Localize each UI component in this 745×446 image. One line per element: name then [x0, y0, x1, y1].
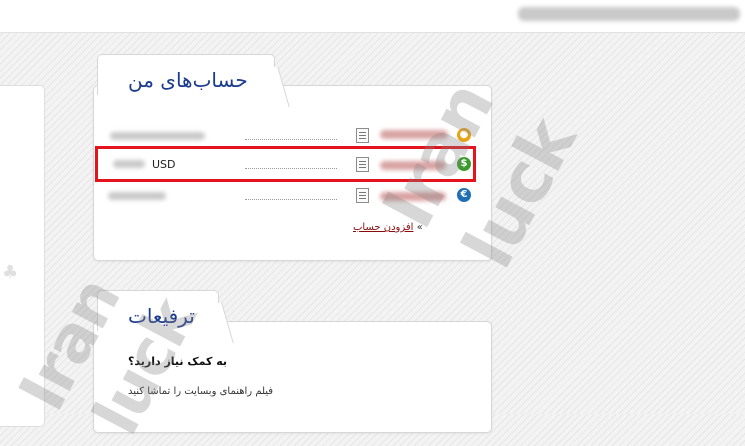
- my-accounts-title: حساب‌های من: [128, 68, 248, 92]
- user-info-blurred: [518, 7, 740, 21]
- gold-coin-icon: ●: [457, 128, 471, 142]
- usd-row-highlight: [95, 146, 476, 182]
- help-video-link[interactable]: فیلم راهنمای وبسایت را تماشا کنید: [128, 386, 273, 397]
- add-account-label[interactable]: افزودن حساب: [353, 222, 413, 233]
- account-balance-blurred: [108, 192, 166, 200]
- help-heading: به کمک نیاز دارید؟: [128, 355, 228, 368]
- dotted-leader: [245, 199, 337, 200]
- promotions-title: ترفیعات: [128, 304, 195, 328]
- statement-icon[interactable]: [356, 188, 369, 203]
- dotted-leader: [245, 139, 337, 140]
- decorative-icon: ♣: [2, 262, 19, 283]
- left-side-panel: [0, 85, 45, 427]
- statement-icon[interactable]: [356, 128, 369, 143]
- arrow-icon: »: [416, 222, 423, 233]
- account-row-euro[interactable]: €: [93, 185, 488, 207]
- account-row-gold[interactable]: ●: [93, 125, 488, 147]
- top-bar: [0, 0, 745, 33]
- euro-coin-icon: €: [457, 188, 471, 202]
- add-account-link[interactable]: » افزودن حساب: [353, 222, 423, 233]
- promotions-panel: [93, 321, 492, 433]
- account-balance-blurred: [110, 132, 205, 140]
- account-link-blurred[interactable]: [380, 130, 448, 139]
- account-link-blurred[interactable]: [380, 192, 446, 201]
